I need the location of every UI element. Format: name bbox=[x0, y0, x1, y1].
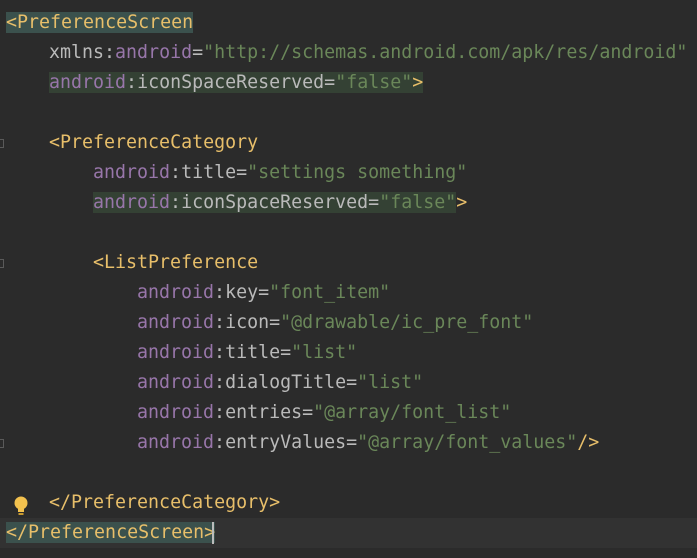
code-token: : bbox=[104, 42, 116, 63]
code-token: xmlns bbox=[49, 42, 105, 63]
code-line[interactable]: </PreferenceCategory> bbox=[0, 488, 697, 518]
code-line[interactable]: android:title="settings something" bbox=[0, 158, 697, 188]
code-line[interactable]: android:title="list" bbox=[0, 338, 697, 368]
code-token: "@array/font_values" bbox=[357, 432, 578, 453]
code-token: = bbox=[346, 372, 358, 393]
code-token: </PreferenceCategory> bbox=[49, 492, 281, 513]
code-line-text: android:key="font_item" bbox=[137, 278, 390, 308]
code-token: android bbox=[137, 402, 215, 423]
code-token: = bbox=[324, 72, 336, 93]
code-line[interactable]: android:entries="@array/font_list" bbox=[0, 398, 697, 428]
code-token: /> bbox=[577, 432, 600, 453]
code-line-text: android:icon="@drawable/ic_pre_font" bbox=[137, 308, 533, 338]
code-token: > bbox=[412, 72, 424, 93]
code-token: = bbox=[302, 402, 314, 423]
code-line[interactable]: android:entryValues="@array/font_values"… bbox=[0, 428, 697, 458]
code-token: = bbox=[280, 342, 292, 363]
code-line-text: xmlns:android="http://schemas.android.co… bbox=[49, 38, 687, 68]
code-line[interactable]: xmlns:android="http://schemas.android.co… bbox=[0, 38, 697, 68]
code-token: = bbox=[368, 192, 380, 213]
code-token: android bbox=[137, 312, 215, 333]
code-token: android bbox=[137, 432, 215, 453]
fold-marker-icon[interactable] bbox=[0, 259, 4, 268]
code-token: = bbox=[258, 282, 270, 303]
code-line-text: android:entryValues="@array/font_values"… bbox=[137, 428, 599, 458]
code-line-text: <PreferenceScreen bbox=[6, 8, 194, 38]
code-token: android bbox=[49, 72, 127, 93]
code-line-text: <PreferenceCategory bbox=[49, 128, 258, 158]
code-token: "list" bbox=[357, 372, 424, 393]
code-token: : bbox=[170, 162, 182, 183]
code-token: android bbox=[137, 282, 215, 303]
code-token: > bbox=[456, 192, 468, 213]
code-token: : bbox=[214, 342, 226, 363]
text-caret bbox=[212, 522, 214, 544]
code-line-text: android:title="list" bbox=[137, 338, 357, 368]
code-token: android bbox=[93, 162, 171, 183]
code-token: : bbox=[214, 312, 226, 333]
code-line[interactable] bbox=[0, 98, 697, 128]
code-token: "@array/font_list" bbox=[313, 402, 512, 423]
code-token: PreferenceScreen bbox=[17, 12, 194, 33]
code-token: = bbox=[192, 42, 204, 63]
code-token: iconSpaceReserved bbox=[181, 192, 369, 213]
code-line[interactable]: android:iconSpaceReserved="false"> bbox=[0, 68, 697, 98]
code-token: </ bbox=[6, 522, 29, 543]
code-line[interactable]: android:icon="@drawable/ic_pre_font" bbox=[0, 308, 697, 338]
code-line[interactable] bbox=[0, 218, 697, 248]
code-token: = bbox=[346, 432, 358, 453]
code-line-text: android:iconSpaceReserved="false"> bbox=[93, 188, 467, 218]
code-token: android bbox=[115, 42, 193, 63]
code-token: "settings something" bbox=[247, 162, 468, 183]
code-token: : bbox=[214, 432, 226, 453]
code-token: : bbox=[214, 282, 226, 303]
code-line[interactable]: <PreferenceCategory bbox=[0, 128, 697, 158]
code-token: : bbox=[214, 372, 226, 393]
code-token: android bbox=[93, 192, 171, 213]
code-token: key bbox=[225, 282, 259, 303]
code-token: icon bbox=[225, 312, 270, 333]
code-line-text: android:title="settings something" bbox=[93, 158, 467, 188]
code-token: "list" bbox=[291, 342, 358, 363]
code-line-text: android:dialogTitle="list" bbox=[137, 368, 423, 398]
code-line-text: android:entries="@array/font_list" bbox=[137, 398, 511, 428]
code-token: < bbox=[6, 12, 18, 33]
code-token: android bbox=[137, 342, 215, 363]
code-line[interactable]: <PreferenceScreen bbox=[0, 8, 697, 38]
code-token: "font_item" bbox=[269, 282, 391, 303]
code-line[interactable]: </PreferenceScreen> bbox=[0, 518, 697, 548]
code-token: = bbox=[269, 312, 281, 333]
code-token: entries bbox=[225, 402, 303, 423]
code-line-text: </PreferenceCategory> bbox=[49, 488, 280, 518]
code-token: entryValues bbox=[225, 432, 347, 453]
code-token: PreferenceScreen bbox=[28, 522, 205, 543]
code-token: <ListPreference bbox=[93, 252, 259, 273]
code-line-text: </PreferenceScreen> bbox=[6, 518, 216, 548]
code-token: dialogTitle bbox=[225, 372, 347, 393]
fold-marker-icon[interactable] bbox=[0, 139, 4, 148]
lightbulb-icon[interactable] bbox=[13, 495, 29, 517]
code-editor[interactable]: <PreferenceScreen xmlns:android="http://s… bbox=[0, 0, 697, 558]
code-line[interactable]: android:dialogTitle="list" bbox=[0, 368, 697, 398]
code-token: : bbox=[170, 192, 182, 213]
code-token: title bbox=[181, 162, 237, 183]
code-token: "false" bbox=[379, 192, 457, 213]
code-line[interactable] bbox=[0, 458, 697, 488]
code-token: : bbox=[126, 72, 138, 93]
code-line[interactable]: <ListPreference bbox=[0, 248, 697, 278]
code-token: title bbox=[225, 342, 281, 363]
code-token: "@drawable/ic_pre_font" bbox=[280, 312, 534, 333]
code-line-text: <ListPreference bbox=[93, 248, 258, 278]
fold-marker-icon[interactable] bbox=[0, 439, 4, 448]
code-token: : bbox=[214, 402, 226, 423]
code-token: <PreferenceCategory bbox=[49, 132, 259, 153]
code-line[interactable]: android:iconSpaceReserved="false"> bbox=[0, 188, 697, 218]
code-line-text: android:iconSpaceReserved="false"> bbox=[49, 68, 424, 98]
code-token: "http://schemas.android.com/apk/res/andr… bbox=[203, 42, 688, 63]
code-token: = bbox=[236, 162, 248, 183]
code-line[interactable]: android:key="font_item" bbox=[0, 278, 697, 308]
code-token: "false" bbox=[335, 72, 413, 93]
code-token: iconSpaceReserved bbox=[137, 72, 325, 93]
code-token: android bbox=[137, 372, 215, 393]
